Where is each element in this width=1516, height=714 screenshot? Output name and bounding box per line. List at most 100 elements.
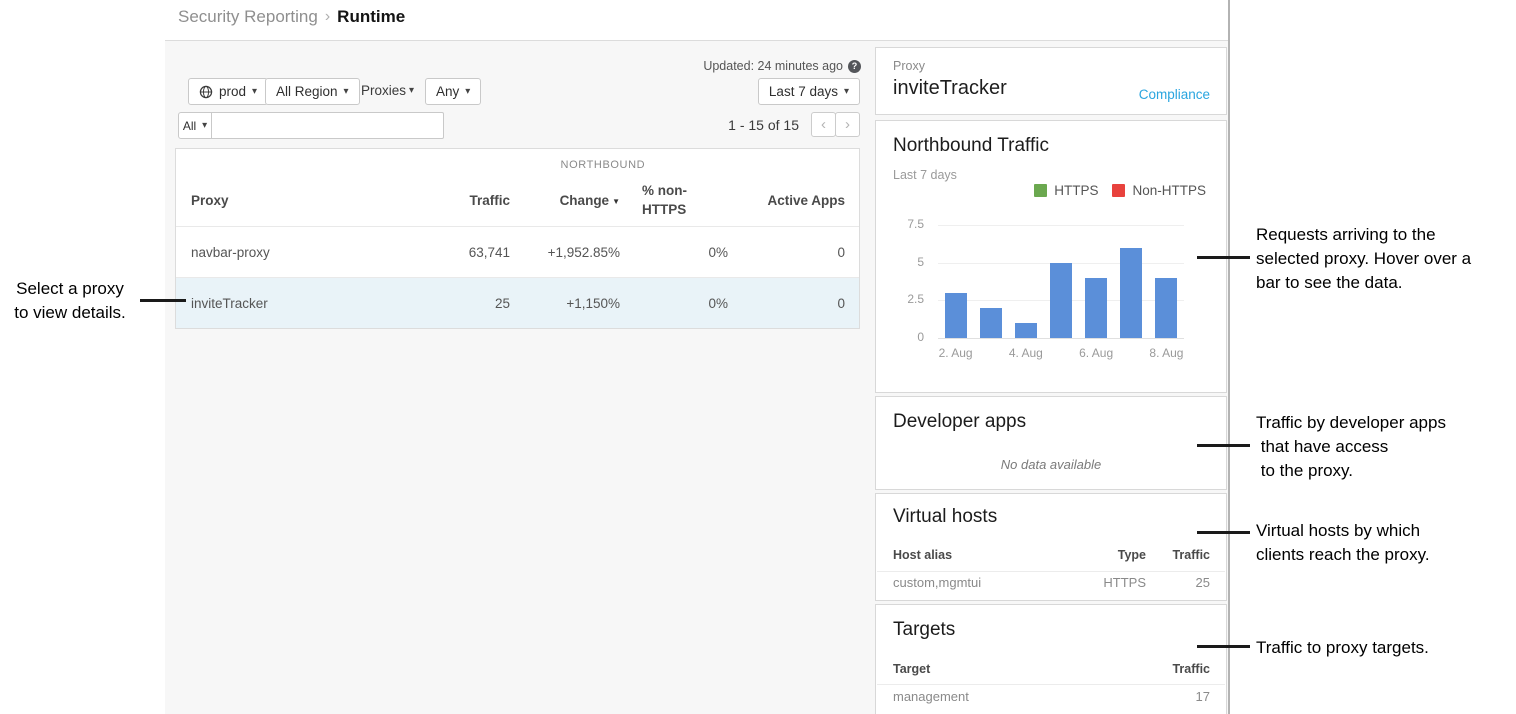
column-header-traffic: Traffic — [1146, 548, 1210, 562]
traffic-bar[interactable] — [1155, 278, 1177, 338]
divider — [877, 684, 1225, 685]
cell-traffic: 25 — [395, 296, 510, 311]
breadcrumb-separator-icon: › — [318, 8, 337, 26]
proxy-detail-card: Proxy inviteTracker Compliance — [875, 47, 1227, 115]
x-axis-tick-label: 6. Aug — [1066, 346, 1126, 360]
chart-title: Northbound Traffic — [893, 135, 1049, 157]
table-header-row: Proxy Traffic Change▼ % non-HTTPS Active… — [176, 179, 859, 226]
chart-bar-slot — [938, 225, 973, 338]
chart-bar-slot — [973, 225, 1008, 338]
breadcrumb-section[interactable]: Security Reporting — [178, 7, 318, 27]
annotation-northbound-chart: Requests arriving to the selected proxy.… — [1256, 223, 1471, 295]
traffic-bar[interactable] — [1015, 323, 1037, 338]
selected-proxy-name: inviteTracker — [893, 77, 1007, 100]
annotation-line — [140, 299, 186, 302]
traffic-bar[interactable] — [1085, 278, 1107, 338]
annotation-line — [1197, 256, 1250, 259]
column-header-target: Target — [893, 662, 1146, 676]
annotation-developer-apps: Traffic by developer apps that have acce… — [1256, 411, 1446, 483]
column-header-host-alias: Host alias — [893, 548, 1066, 562]
any-label: Any — [436, 84, 459, 99]
date-range-dropdown[interactable]: Last 7 days ▾ — [758, 78, 860, 105]
column-header-proxy[interactable]: Proxy — [191, 193, 395, 208]
cell-traffic: 25 — [1146, 575, 1210, 590]
traffic-bar[interactable] — [945, 293, 967, 338]
region-label: All Region — [276, 84, 338, 99]
legend-label: Non-HTTPS — [1132, 183, 1206, 198]
column-header-type: Type — [1066, 548, 1146, 562]
help-icon[interactable]: ? — [848, 60, 861, 73]
table-row-invitetracker-selected[interactable]: inviteTracker 25 +1,150% 0% 0 — [176, 277, 859, 328]
traffic-bar[interactable] — [980, 308, 1002, 338]
date-range-label: Last 7 days — [769, 84, 838, 99]
caret-down-icon: ▾ — [202, 121, 207, 131]
pagination: 1 - 15 of 15 ‹ › — [728, 112, 860, 137]
developer-apps-title: Developer apps — [893, 411, 1026, 433]
no-data-message: No data available — [876, 457, 1226, 472]
traffic-bar[interactable] — [1050, 263, 1072, 338]
northbound-traffic-card: Northbound Traffic Last 7 days HTTPS Non… — [875, 120, 1227, 393]
updated-status: Updated: 24 minutes ago ? — [703, 59, 861, 73]
proxies-dropdown[interactable]: Proxies ▾ — [361, 83, 414, 98]
next-page-button[interactable]: › — [835, 112, 860, 137]
chart-subtitle: Last 7 days — [893, 168, 957, 182]
search-input[interactable] — [211, 112, 444, 139]
column-header-active-apps[interactable]: Active Apps — [728, 193, 845, 208]
virtual-hosts-header-row: Host alias Type Traffic — [893, 548, 1210, 562]
search-scope-dropdown[interactable]: All ▾ — [178, 112, 212, 139]
y-axis-tick-label: 2.5 — [888, 292, 924, 306]
targets-header-row: Target Traffic — [893, 662, 1210, 676]
cell-pct-non-https: 0% — [620, 296, 728, 311]
any-filter-dropdown[interactable]: Any ▾ — [425, 78, 481, 105]
app-window: Security Reporting › Runtime Updated: 24… — [165, 0, 1228, 714]
column-header-pct-non-https[interactable]: % non-HTTPS — [620, 182, 728, 218]
table-row-navbar-proxy[interactable]: navbar-proxy 63,741 +1,952.85% 0% 0 — [176, 226, 859, 277]
annotation-line — [1197, 531, 1250, 534]
proxies-label: Proxies — [361, 83, 406, 98]
column-header-traffic[interactable]: Traffic — [395, 193, 510, 208]
chart-legend: HTTPS Non-HTTPS — [1034, 183, 1206, 198]
annotation-select-proxy: Select a proxy to view details. — [0, 277, 140, 325]
chart-bar-slot — [1079, 225, 1114, 338]
screenshot-edge-line — [1228, 0, 1230, 714]
annotation-line — [1197, 645, 1250, 648]
cell-change: +1,952.85% — [510, 245, 620, 260]
cell-host-alias: custom,mgmtui — [893, 575, 1066, 590]
cell-change: +1,150% — [510, 296, 620, 311]
cell-target: management — [893, 689, 1146, 704]
non-https-swatch-icon — [1112, 184, 1125, 197]
cell-traffic: 63,741 — [395, 245, 510, 260]
updated-text: Updated: 24 minutes ago — [703, 59, 843, 73]
environment-dropdown[interactable]: prod ▾ — [188, 78, 268, 105]
cell-type: HTTPS — [1066, 575, 1146, 590]
target-row: management 17 — [893, 689, 1210, 704]
caret-down-icon: ▾ — [252, 87, 257, 97]
developer-apps-card: Developer apps No data available — [875, 396, 1227, 490]
x-axis-tick-label: 2. Aug — [926, 346, 986, 360]
y-axis-tick-label: 0 — [888, 330, 924, 344]
virtual-hosts-card: Virtual hosts Host alias Type Traffic cu… — [875, 493, 1227, 601]
https-swatch-icon — [1034, 184, 1047, 197]
y-axis-tick-label: 7.5 — [888, 217, 924, 231]
cell-pct-non-https: 0% — [620, 245, 728, 260]
divider — [877, 571, 1225, 572]
column-header-traffic: Traffic — [1146, 662, 1210, 676]
legend-label: HTTPS — [1054, 183, 1098, 198]
pagination-range: 1 - 15 of 15 — [728, 117, 799, 133]
compliance-link[interactable]: Compliance — [1139, 87, 1210, 102]
northbound-group-header: NORTHBOUND — [561, 159, 646, 171]
page-title: Runtime — [337, 7, 405, 27]
region-dropdown[interactable]: All Region ▾ — [265, 78, 360, 105]
globe-icon — [199, 85, 213, 99]
chart-bar-slot — [1114, 225, 1149, 338]
cell-traffic: 17 — [1146, 689, 1210, 704]
environment-label: prod — [219, 84, 246, 99]
chart-bar-slot — [1043, 225, 1078, 338]
breadcrumb: Security Reporting › Runtime — [178, 7, 405, 27]
previous-page-button[interactable]: ‹ — [811, 112, 836, 137]
traffic-bar[interactable] — [1120, 248, 1142, 338]
search-scope-label: All — [183, 119, 196, 133]
column-header-change[interactable]: Change▼ — [510, 193, 620, 208]
annotation-virtual-hosts: Virtual hosts by which clients reach the… — [1256, 519, 1430, 567]
proxy-table: NORTHBOUND Proxy Traffic Change▼ % non-H… — [175, 148, 860, 329]
